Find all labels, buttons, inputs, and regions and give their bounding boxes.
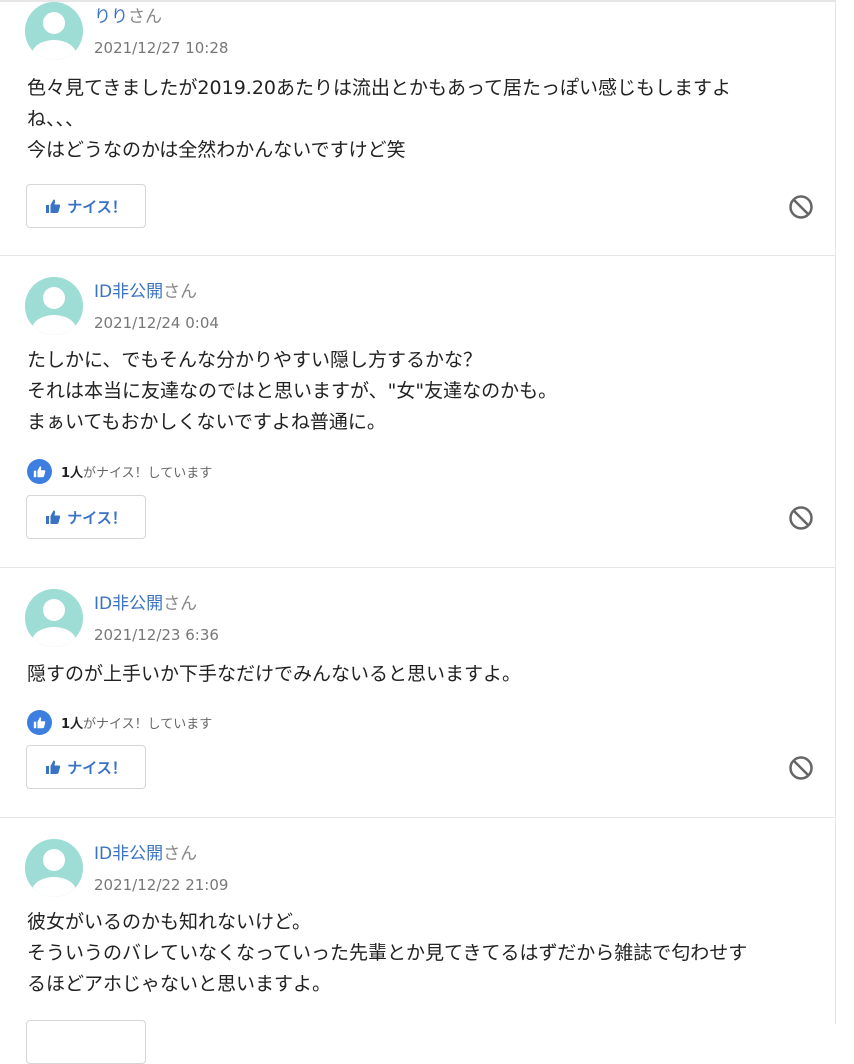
answer-body-line: まぁいてもおかしくないですよね普通に。 (27, 411, 386, 433)
timestamp: 2021/12/23 6:36 (94, 626, 219, 644)
username-link[interactable]: ID非公開 (94, 594, 163, 614)
prohibited-icon (789, 195, 813, 219)
likes-text: がナイス！しています (83, 716, 213, 732)
avatar[interactable] (25, 589, 83, 647)
thumbs-up-icon (46, 510, 61, 524)
report-button[interactable] (788, 194, 814, 220)
answer-body-line: 彼女がいるのかも知れないけど。 (27, 911, 312, 933)
honorific: さん (163, 594, 198, 614)
thumbs-up-icon (27, 709, 52, 735)
nice-label: ナイス！ (67, 197, 127, 216)
answer-body-line: るほどアホじゃないと思いますよ。 (27, 973, 332, 995)
likes-summary: 1人 がナイス！しています (27, 709, 212, 735)
answer-body: 色々見てきましたが2019.20あたりは流出とかもあって居たっぽい感じもしますよ… (27, 73, 817, 166)
report-button[interactable] (788, 505, 814, 531)
answer-body-line: それは本当に友達なのではと思いますが、"女"友達なのかも。 (27, 380, 558, 402)
nice-label: ナイス！ (67, 508, 127, 527)
thumbs-up-icon (27, 458, 52, 484)
nice-label: ナイス！ (67, 758, 127, 777)
username-link[interactable]: りり (94, 7, 128, 27)
answer-body-line: そういうのバレていなくなっていった先輩とか見てきてるはずだから雑誌で匂わせす (27, 942, 748, 964)
thumbs-up-icon (46, 199, 61, 213)
nice-button[interactable] (26, 1020, 146, 1064)
timestamp: 2021/12/24 0:04 (94, 314, 219, 332)
answer-body-line: たしかに、でもそんな分かりやすい隠し方するかな？ (27, 349, 483, 371)
likes-count: 1人 (61, 716, 84, 732)
nice-button[interactable]: ナイス！ (26, 184, 146, 228)
prohibited-icon (789, 756, 813, 780)
nice-button[interactable]: ナイス！ (26, 495, 146, 539)
answer-divider (0, 567, 836, 568)
honorific: さん (163, 282, 198, 302)
likes-summary: 1人 がナイス！しています (27, 458, 212, 484)
answer-body: 彼女がいるのかも知れないけど。 そういうのバレていなくなっていった先輩とか見てき… (27, 907, 817, 1000)
likes-count: 1人 (61, 465, 84, 481)
author-line: ID非公開さん (94, 281, 197, 303)
honorific: さん (163, 844, 198, 864)
author-line: ID非公開さん (94, 843, 197, 865)
author-line: ID非公開さん (94, 593, 197, 615)
right-border (835, 0, 836, 1024)
author-line: りりさん (94, 6, 162, 28)
top-border (0, 0, 836, 2)
answer-body: たしかに、でもそんな分かりやすい隠し方するかな？ それは本当に友達なのではと思い… (27, 345, 817, 438)
answer-body-line: 色々見てきましたが2019.20あたりは流出とかもあって居たっぽい感じもしますよ (27, 77, 732, 99)
timestamp: 2021/12/22 21:09 (94, 876, 229, 894)
thumbs-up-icon (46, 760, 61, 774)
username-link[interactable]: ID非公開 (94, 844, 163, 864)
answer-body-line: 隠すのが上手いか下手なだけでみんないると思いますよ。 (27, 663, 522, 685)
nice-button[interactable]: ナイス！ (26, 745, 146, 789)
timestamp: 2021/12/27 10:28 (94, 39, 229, 57)
honorific: さん (128, 7, 162, 27)
likes-text: がナイス！しています (83, 465, 213, 481)
answer-body-line: ね、、、 (27, 108, 85, 130)
username-link[interactable]: ID非公開 (94, 282, 163, 302)
answer-divider (0, 817, 836, 818)
answer-body: 隠すのが上手いか下手なだけでみんないると思いますよ。 (27, 659, 817, 690)
avatar[interactable] (25, 277, 83, 335)
answer-divider (0, 255, 836, 256)
avatar[interactable] (25, 839, 83, 897)
prohibited-icon (789, 506, 813, 530)
answer-body-line: 今はどうなのかは全然わかんないですけど笑 (27, 139, 406, 161)
report-button[interactable] (788, 755, 814, 781)
avatar[interactable] (25, 2, 83, 60)
